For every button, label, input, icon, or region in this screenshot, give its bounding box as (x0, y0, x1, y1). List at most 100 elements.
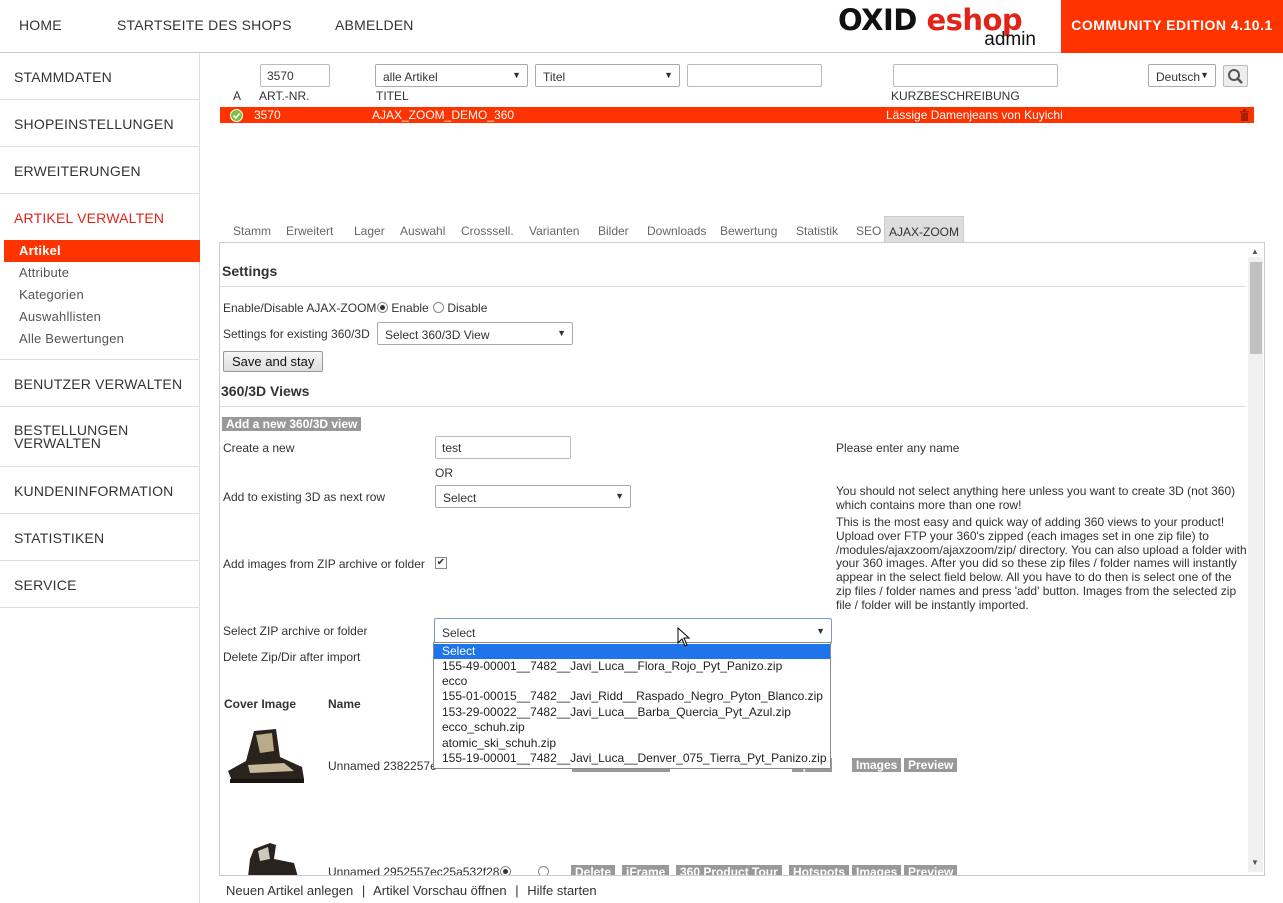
create-new-input[interactable]: test (435, 436, 571, 459)
zip-checkbox[interactable]: ✔ (435, 557, 447, 569)
select-value: Select (443, 491, 477, 505)
sidebar-subitem-attribute[interactable]: Attribute (4, 262, 200, 284)
radio-icon (433, 302, 444, 313)
divider (220, 286, 1246, 287)
sidebar-item-statistiken[interactable]: STATISTIKEN (0, 514, 200, 561)
tab-ajax-zoom[interactable]: AJAX-ZOOM (884, 216, 964, 243)
tab-auswahl[interactable]: Auswahl (400, 224, 445, 238)
chevron-down-icon: ▼ (512, 70, 521, 80)
search-button[interactable] (1223, 65, 1248, 87)
dropdown-option[interactable]: 155-49-00001__7482__Javi_Luca__Flora_Roj… (434, 659, 830, 674)
sidebar-subitem-kategorien[interactable]: Kategorien (4, 284, 200, 306)
col-name: Name (328, 697, 361, 711)
short-desc-filter-input[interactable] (893, 64, 1058, 87)
sidebar-item-artikel-verwalten[interactable]: ARTIKEL VERWALTEN (14, 210, 164, 226)
category-filter-select[interactable]: alle Artikel ▼ (375, 64, 528, 87)
language-select[interactable]: Deutsch ▼ (1148, 64, 1216, 87)
subitem-label: Auswahllisten (19, 309, 102, 324)
tab-downloads[interactable]: Downloads (647, 224, 706, 238)
nav-shop-start[interactable]: STARTSEITE DES SHOPS (117, 17, 292, 33)
dropdown-option[interactable]: 155-01-00015__7482__Javi_Ridd__Raspado_N… (434, 689, 830, 704)
images-button[interactable]: Images (852, 758, 902, 772)
save-and-stay-button[interactable]: Save and stay (223, 351, 324, 372)
add-new-view-button[interactable]: Add a new 360/3D view (222, 417, 362, 431)
sidebar-item-bestellungen[interactable]: BESTELLUNGEN VERWALTEN (0, 407, 200, 467)
tab-bewertung[interactable]: Bewertung (720, 224, 777, 238)
sidebar-item-label: SERVICE (14, 577, 77, 593)
footer-preview[interactable]: Artikel Vorschau öffnen (373, 883, 506, 898)
nav-logout[interactable]: ABMELDEN (335, 17, 414, 33)
artnr-filter-input[interactable]: 3570 (260, 64, 330, 87)
select-value: alle Artikel (383, 70, 438, 84)
radio-selected-icon (500, 866, 511, 875)
col-header-short[interactable]: KURZBESCHREIBUNG (891, 89, 1020, 103)
title-filter-input[interactable] (687, 64, 822, 87)
sidebar-subitem-auswahllisten[interactable]: Auswahllisten (4, 306, 200, 328)
sidebar-item-label: BENUTZER VERWALTEN (14, 376, 183, 392)
sidebar-item-service[interactable]: SERVICE (0, 561, 200, 608)
tab-varianten[interactable]: Varianten (529, 224, 579, 238)
footer-sep: | (515, 883, 519, 898)
tab-crosssell[interactable]: Crosssell. (461, 224, 514, 238)
tab-bilder[interactable]: Bilder (598, 224, 629, 238)
footer-help[interactable]: Hilfe starten (527, 883, 596, 898)
sidebar-item-erweiterungen[interactable]: ERWEITERUNGEN (0, 147, 200, 194)
images-button[interactable]: Images (852, 865, 902, 875)
select-zip-select[interactable]: Select ▼ (434, 618, 832, 644)
disable-radio[interactable]: Disable (433, 301, 487, 315)
dropdown-option[interactable]: ecco_schuh.zip (434, 720, 830, 735)
dropdown-option[interactable]: atomic_ski_schuh.zip (434, 736, 830, 751)
sidebar-item-shopeinstellungen[interactable]: SHOPEINSTELLUNGEN (0, 100, 200, 147)
col-header-a[interactable]: A (233, 89, 241, 103)
footer-new-article[interactable]: Neuen Artikel anlegen (226, 883, 353, 898)
tab-statistik[interactable]: Statistik (796, 224, 838, 238)
zip-hint: This is the most easy and quick way of a… (836, 515, 1247, 612)
radio-n[interactable] (538, 865, 549, 875)
delete-button[interactable]: Delete (571, 865, 616, 875)
enable-label: Enable/Disable AJAX-ZOOM (223, 301, 377, 315)
enable-radio[interactable]: Enable (377, 301, 429, 315)
scroll-up-icon[interactable]: ▲ (1251, 247, 1259, 256)
col-header-artnr[interactable]: ART.-NR. (259, 89, 309, 103)
radio-y[interactable] (500, 865, 511, 875)
sidebar-subitem-artikel[interactable]: Artikel (4, 240, 200, 262)
subitem-label: Attribute (19, 265, 70, 280)
product-tour-button[interactable]: 360 Product Tour (676, 865, 782, 875)
footer-sep: | (361, 883, 366, 898)
sidebar-item-benutzer[interactable]: BENUTZER VERWALTEN (0, 360, 200, 407)
scrollbar-thumb[interactable] (1250, 262, 1262, 354)
sidebar-item-kundeninformation[interactable]: KUNDENINFORMATION (0, 467, 200, 514)
chevron-down-icon: ▼ (615, 491, 624, 501)
sidebar-item-label: KUNDENINFORMATION (14, 483, 174, 499)
radio-selected-icon (377, 302, 388, 313)
sidebar-item-label: STATISTIKEN (14, 530, 105, 546)
sidebar-subitem-bewertungen[interactable]: Alle Bewertungen (4, 328, 200, 350)
tab-stamm[interactable]: Stamm (233, 224, 271, 238)
col-header-title[interactable]: TITEL (376, 89, 409, 103)
scroll-down-icon[interactable]: ▼ (1251, 858, 1259, 867)
tab-seo[interactable]: SEO (856, 224, 881, 238)
tab-erweitert[interactable]: Erweitert (286, 224, 333, 238)
preview-button[interactable]: Preview (904, 758, 958, 772)
nav-home[interactable]: HOME (19, 17, 62, 33)
dropdown-option[interactable]: 153-29-00022__7482__Javi_Luca__Barba_Que… (434, 705, 830, 720)
divider (220, 406, 1246, 407)
dropdown-option[interactable]: ecco (434, 674, 830, 689)
existing-360-select[interactable]: Select 360/3D View ▼ (377, 322, 573, 345)
sidebar-item-stammdaten[interactable]: STAMMDATEN (0, 53, 200, 100)
row-short: Lässige Damenjeans von Kuyichi (886, 108, 1063, 122)
top-bar: HOME STARTSEITE DES SHOPS ABMELDEN OXID … (0, 0, 1283, 53)
dropdown-option[interactable]: 155-19-00001__7482__Javi_Luca__Denver_07… (434, 751, 830, 766)
hotspots-button[interactable]: Hotspots (789, 865, 849, 875)
existing-3d-select[interactable]: Select ▼ (435, 485, 631, 508)
article-row-selected[interactable]: 3570 AJAX_ZOOM_DEMO_360 Lässige Damenjea… (220, 107, 1254, 123)
select-value: Titel (543, 70, 566, 84)
iframe-button[interactable]: iFrame (622, 865, 670, 875)
zip-label: Add images from ZIP archive or folder (223, 557, 425, 571)
trash-icon[interactable] (1239, 109, 1250, 121)
preview-button[interactable]: Preview (904, 865, 958, 875)
field-filter-select[interactable]: Titel ▼ (535, 64, 680, 87)
zip-dropdown-list[interactable]: Select 155-49-00001__7482__Javi_Luca__Fl… (433, 642, 831, 769)
tab-lager[interactable]: Lager (354, 224, 385, 238)
dropdown-option[interactable]: Select (434, 644, 830, 659)
